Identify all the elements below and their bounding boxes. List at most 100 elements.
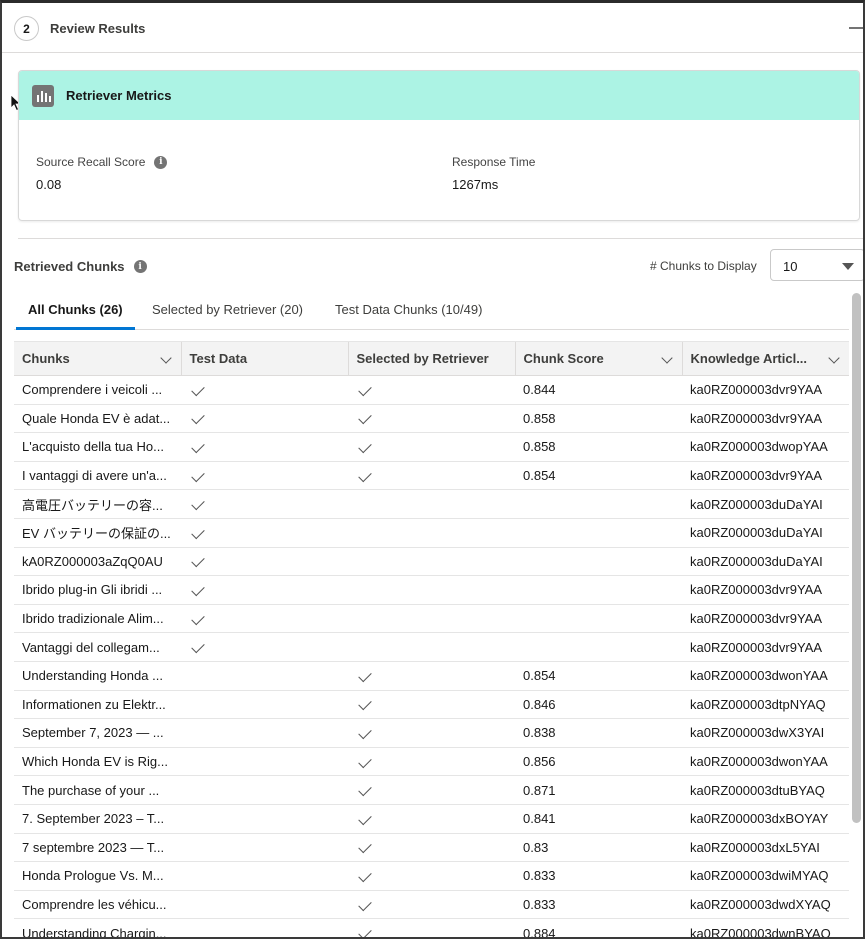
- table-row[interactable]: Understanding Chargin... 0.884 ka0RZ000003…: [14, 918, 849, 937]
- check-icon: [358, 725, 372, 740]
- test-data-cell: [181, 661, 348, 691]
- chunk-score-cell: 0.858: [515, 404, 682, 434]
- collapse-icon[interactable]: [849, 27, 863, 29]
- retriever-metrics-card: Retriever Metrics Source Recall Score i …: [18, 70, 860, 221]
- chevron-down-icon[interactable]: [159, 352, 172, 364]
- test-data-cell: [181, 461, 348, 491]
- chunk-cell: Which Honda EV is Rig...: [14, 747, 181, 777]
- test-data-cell: [181, 890, 348, 920]
- chunk-score-cell: [515, 632, 682, 662]
- chunk-cell: Ibrido plug-in Gli ibridi ...: [14, 575, 181, 605]
- knowledge-article-cell: ka0RZ000003dvr9YAA: [682, 461, 849, 491]
- chunk-cell: Vantaggi del collegam...: [14, 632, 181, 662]
- table-row[interactable]: Honda Prologue Vs. M... 0.833 ka0RZ000003d…: [14, 861, 849, 891]
- tab-selected-by-retriever[interactable]: Selected by Retriever (20): [152, 302, 303, 330]
- chunk-cell: 7. September 2023 – T...: [14, 804, 181, 834]
- table-row[interactable]: Which Honda EV is Rig... 0.856 ka0RZ000003…: [14, 747, 849, 777]
- table-row[interactable]: L'acquisto della tua Ho... 0.858 ka0RZ0000…: [14, 432, 849, 462]
- knowledge-article-cell: ka0RZ000003dtpNYAQ: [682, 690, 849, 720]
- check-icon: [191, 611, 205, 625]
- column-header-selected-by-retriever[interactable]: Selected by Retriever: [347, 341, 515, 376]
- table-row[interactable]: Quale Honda EV è adat... 0.858 ka0RZ000003…: [14, 404, 849, 434]
- knowledge-article-cell: ka0RZ000003duDaYAI: [682, 547, 849, 577]
- check-icon: [191, 439, 205, 454]
- selected-by-retriever-cell: [348, 861, 515, 891]
- check-icon: [358, 925, 372, 937]
- chunk-score-cell: [515, 604, 682, 634]
- chunk-cell: Comprendere i veicoli ...: [14, 375, 181, 405]
- test-data-cell: [181, 489, 348, 519]
- table-row[interactable]: Informationen zu Elektr... 0.846 ka0RZ0000…: [14, 690, 849, 720]
- table-row[interactable]: EV バッテリーの保証の... ka0RZ000003duDaYAI: [14, 518, 849, 548]
- table-row[interactable]: I vantaggi di avere un'a... 0.854 ka0RZ000…: [14, 461, 849, 491]
- chunk-cell: L'acquisto della tua Ho...: [14, 432, 181, 462]
- table-row[interactable]: 高電圧バッテリーの容... ka0RZ000003duDaYAI: [14, 489, 849, 519]
- table-row[interactable]: September 7, 2023 — ... 0.838 ka0RZ000003d…: [14, 718, 849, 748]
- knowledge-article-cell: ka0RZ000003duDaYAI: [682, 489, 849, 519]
- table-row[interactable]: 7 septembre 2023 — T... 0.83 ka0RZ000003dx…: [14, 833, 849, 863]
- table-row[interactable]: The purchase of your ... 0.871 ka0RZ000003…: [14, 775, 849, 805]
- knowledge-article-cell: ka0RZ000003dxBOYAY: [682, 804, 849, 834]
- chevron-down-icon[interactable]: [828, 352, 840, 364]
- knowledge-article-cell: ka0RZ000003dtuBYAQ: [682, 775, 849, 805]
- tab-test-data-chunks[interactable]: Test Data Chunks (10/49): [335, 302, 482, 330]
- selected-by-retriever-cell: [348, 690, 515, 720]
- table-row[interactable]: Vantaggi del collegam... ka0RZ000003dvr9Y…: [14, 632, 849, 662]
- column-header-test-data[interactable]: Test Data: [180, 341, 348, 376]
- chunk-cell: Understanding Chargin...: [14, 918, 181, 937]
- selected-by-retriever-cell: [348, 432, 515, 462]
- info-icon[interactable]: i: [133, 260, 147, 273]
- selected-by-retriever-cell: [348, 718, 515, 748]
- table-row[interactable]: 7. September 2023 – T... 0.841 ka0RZ000003…: [14, 804, 849, 834]
- column-header-chunks[interactable]: Chunks: [14, 341, 181, 376]
- table-row[interactable]: kA0RZ000003aZqQ0AU ka0RZ000003duDaYAI: [14, 547, 849, 577]
- chunk-score-cell: 0.856: [515, 747, 682, 777]
- check-icon: [191, 582, 205, 597]
- knowledge-article-cell: ka0RZ000003dvr9YAA: [682, 604, 849, 634]
- step-header[interactable]: 2 Review Results: [2, 3, 863, 53]
- chunk-score-cell: 0.846: [515, 690, 682, 720]
- knowledge-article-cell: ka0RZ000003dwonYAA: [682, 661, 849, 691]
- chunk-cell: 高電圧バッテリーの容...: [14, 489, 181, 519]
- knowledge-article-cell: ka0RZ000003dwdXYAQ: [682, 890, 849, 920]
- column-header-knowledge-article[interactable]: Knowledge Articl...: [681, 341, 849, 376]
- check-icon: [191, 554, 205, 568]
- check-icon: [358, 840, 372, 854]
- check-icon: [191, 497, 205, 511]
- check-icon: [358, 439, 372, 454]
- tab-all-chunks[interactable]: All Chunks (26): [16, 302, 135, 330]
- test-data-cell: [181, 804, 348, 834]
- column-header-chunk-score[interactable]: Chunk Score: [514, 341, 682, 376]
- selected-by-retriever-cell: [348, 518, 515, 548]
- retrieved-chunks-heading: Retrieved Chunks i: [14, 259, 147, 274]
- selected-by-retriever-cell: [348, 833, 515, 863]
- chunk-score-cell: 0.884: [515, 918, 682, 937]
- check-icon: [358, 468, 372, 482]
- selected-by-retriever-cell: [348, 604, 515, 634]
- table-row[interactable]: Comprendre les véhicu... 0.833 ka0RZ000003…: [14, 890, 849, 920]
- chevron-down-icon[interactable]: [660, 352, 673, 364]
- response-time-label: Response Time: [452, 155, 536, 169]
- knowledge-article-cell: ka0RZ000003dvr9YAA: [682, 632, 849, 662]
- selected-by-retriever-cell: [348, 890, 515, 920]
- knowledge-article-cell: ka0RZ000003dwonYAA: [682, 747, 849, 777]
- chunk-cell: Quale Honda EV è adat...: [14, 404, 181, 434]
- table-scrollbar[interactable]: [852, 293, 861, 823]
- chunks-table: Chunks Test Data Selected by Retriever C…: [14, 341, 849, 937]
- chunk-score-cell: 0.854: [515, 661, 682, 691]
- table-row[interactable]: Comprendere i veicoli ... 0.844 ka0RZ00000…: [14, 375, 849, 405]
- chunks-to-display-select[interactable]: 10: [770, 249, 863, 281]
- test-data-cell: [181, 747, 348, 777]
- chunk-cell: September 7, 2023 — ...: [14, 718, 181, 748]
- info-icon[interactable]: i: [154, 155, 168, 169]
- table-row[interactable]: Ibrido plug-in Gli ibridi ... ka0RZ000003…: [14, 575, 849, 605]
- source-recall-metric: Source Recall Score i 0.08: [36, 155, 168, 192]
- chunk-score-cell: 0.841: [515, 804, 682, 834]
- retriever-metrics-title: Retriever Metrics: [66, 88, 172, 103]
- chunk-score-cell: [515, 489, 682, 519]
- table-row[interactable]: Ibrido tradizionale Alim... ka0RZ000003dv…: [14, 604, 849, 634]
- table-row[interactable]: Understanding Honda ... 0.854 ka0RZ000003d…: [14, 661, 849, 691]
- test-data-cell: [181, 918, 348, 937]
- source-recall-value: 0.08: [36, 177, 62, 192]
- selected-by-retriever-cell: [348, 775, 515, 805]
